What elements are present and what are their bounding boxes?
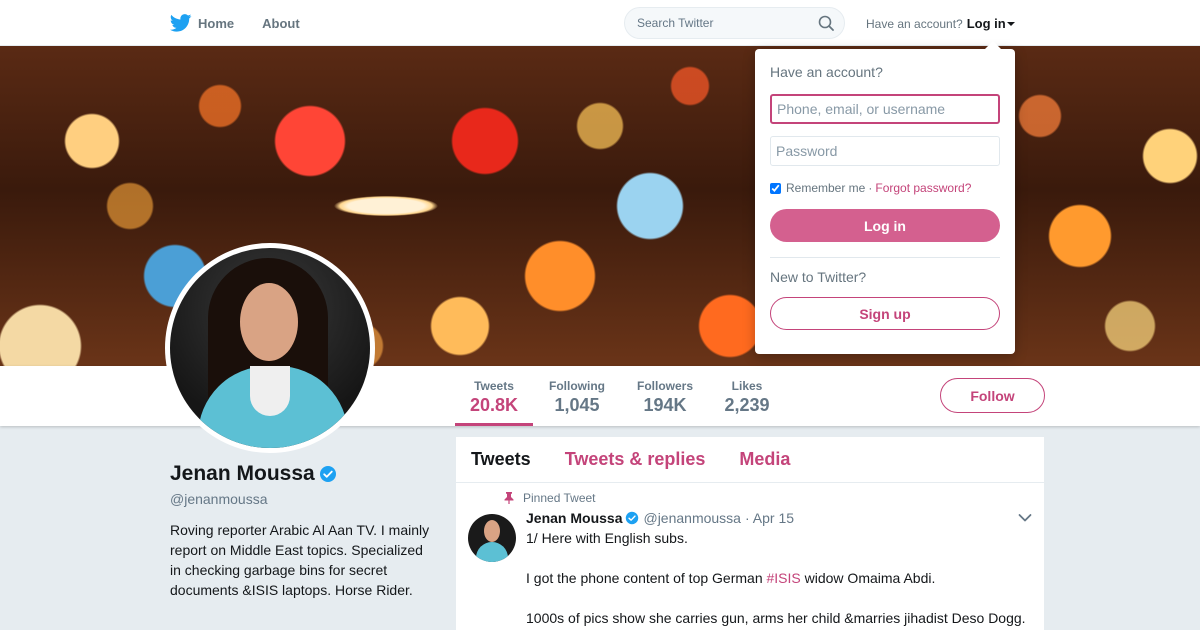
- nav-about[interactable]: About: [262, 16, 300, 31]
- remember-me-checkbox[interactable]: [770, 182, 781, 194]
- tweet-line-3: 1000s of pics show she carries gun, arms…: [526, 610, 1026, 626]
- tweet-line-2-before: I got the phone content of top German: [526, 570, 767, 586]
- stat-tweets[interactable]: Tweets 20.8K: [455, 366, 533, 426]
- profile-handle[interactable]: @jenanmoussa: [170, 491, 435, 507]
- pinned-indicator: Pinned Tweet: [504, 491, 1029, 505]
- have-account-text: Have an account?: [866, 16, 963, 31]
- stat-tweets-value: 20.8K: [469, 395, 519, 415]
- search-input[interactable]: [637, 16, 818, 30]
- login-button[interactable]: Log in: [770, 209, 1000, 242]
- tweet-date[interactable]: · Apr 15: [745, 510, 794, 526]
- profile-avatar[interactable]: [165, 243, 375, 453]
- tweet-line-1: 1/ Here with English subs.: [526, 530, 688, 546]
- follow-button[interactable]: Follow: [940, 378, 1045, 413]
- tweet-text: 1/ Here with English subs. I got the pho…: [526, 528, 1029, 628]
- nav-about-label: About: [262, 15, 300, 31]
- stat-following-value: 1,045: [554, 395, 600, 415]
- login-dropdown: Have an account? Remember me · Forgot pa…: [755, 41, 1015, 354]
- dropdown-title: Have an account?: [770, 64, 883, 80]
- pinned-tweet[interactable]: Pinned Tweet Jenan Moussa @jenanmoussa ·…: [456, 483, 1044, 628]
- tweet-avatar[interactable]: [468, 514, 516, 562]
- verified-badge-icon: [319, 466, 336, 482]
- pinned-label: Pinned Tweet: [523, 491, 596, 505]
- tweet-header: Jenan Moussa @jenanmoussa · Apr 15: [526, 510, 1029, 526]
- stat-followers[interactable]: Followers 194K: [628, 366, 702, 426]
- remember-me-label[interactable]: Remember me: [786, 181, 865, 195]
- login-link-label: Log in: [966, 16, 1006, 31]
- stat-likes-value: 2,239: [724, 395, 770, 415]
- forgot-password-link[interactable]: Forgot password?: [875, 181, 971, 195]
- stat-followers-value: 194K: [643, 395, 687, 415]
- search-icon[interactable]: [818, 15, 834, 31]
- pin-icon: [504, 492, 514, 504]
- stat-likes-label: Likes: [731, 379, 763, 393]
- stat-following-label: Following: [549, 379, 605, 393]
- dropdown-divider: [770, 257, 1000, 258]
- tweet-author[interactable]: Jenan Moussa: [526, 510, 622, 526]
- avatar-photo: [170, 248, 370, 448]
- stat-followers-label: Followers: [636, 379, 693, 393]
- top-navigation-bar: Home About Have an account? Log in: [0, 0, 1200, 46]
- profile-name[interactable]: Jenan Moussa: [170, 462, 435, 486]
- profile-bio: Roving reporter Arabic Al Aan TV. I main…: [170, 522, 430, 598]
- verified-badge-icon: [626, 511, 639, 525]
- chevron-down-icon[interactable]: [1018, 513, 1032, 523]
- new-to-twitter-text: New to Twitter?: [770, 269, 867, 285]
- profile-name-text: Jenan Moussa: [170, 462, 315, 485]
- nav-left: Home About: [170, 0, 328, 46]
- separator-dot: ·: [868, 181, 873, 195]
- timeline-tabs: Tweets Tweets & replies Media: [456, 437, 1044, 483]
- nav-home-label: Home: [198, 15, 235, 31]
- remember-row: Remember me · Forgot password?: [770, 181, 1000, 195]
- login-link[interactable]: Log in: [967, 16, 1016, 31]
- stat-following[interactable]: Following 1,045: [540, 366, 614, 426]
- stat-likes[interactable]: Likes 2,239: [716, 366, 778, 426]
- caret-down-icon: [1006, 21, 1015, 26]
- timeline: Tweets Tweets & replies Media Pinned Twe…: [456, 437, 1044, 630]
- login-toggle[interactable]: Have an account? Log in: [866, 16, 1016, 31]
- username-field[interactable]: [770, 94, 1000, 124]
- nav-home[interactable]: Home: [170, 14, 234, 32]
- search-box: [624, 7, 845, 39]
- tab-tweets-and-replies[interactable]: Tweets & replies: [565, 449, 706, 470]
- stat-tweets-label: Tweets: [474, 379, 514, 393]
- twitter-bird-icon: [170, 14, 192, 32]
- tweet-line-2: I got the phone content of top German #I…: [526, 568, 1029, 588]
- tweet-line-2-after: widow Omaima Abdi.: [800, 570, 936, 586]
- tab-media[interactable]: Media: [739, 449, 790, 470]
- tweet-handle[interactable]: @jenanmoussa: [643, 510, 741, 526]
- password-field[interactable]: [770, 136, 1000, 166]
- hashtag-link[interactable]: #ISIS: [767, 570, 801, 586]
- profile-card: Jenan Moussa @jenanmoussa Roving reporte…: [170, 462, 435, 600]
- signup-button[interactable]: Sign up: [770, 297, 1000, 330]
- tab-tweets[interactable]: Tweets: [471, 449, 531, 470]
